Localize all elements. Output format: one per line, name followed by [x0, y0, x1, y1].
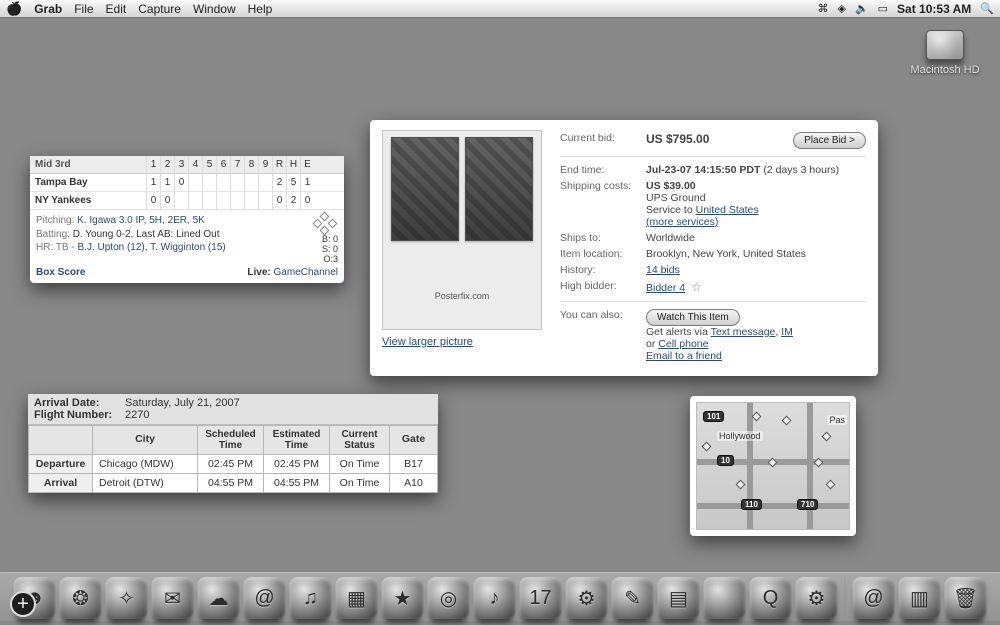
team-row-away: Tampa Bay 1 1 0 2 5 1: [30, 174, 344, 192]
dock-app-trash[interactable]: [945, 577, 987, 619]
dock-app-dashboard[interactable]: [60, 577, 102, 619]
item-thumbnail[interactable]: Posterfix.com: [382, 130, 542, 330]
menu-edit[interactable]: Edit: [106, 2, 127, 16]
auction-widget: Posterfix.com View larger picture Curren…: [370, 120, 878, 376]
desktop-hd-icon[interactable]: Macintosh HD: [910, 30, 980, 76]
ship-to-link[interactable]: United States: [696, 204, 759, 216]
dock-app-idvd[interactable]: [428, 577, 470, 619]
inning-header: 1 2 3 4 5 6 7 8 9 R H E: [146, 156, 314, 173]
dock-app-quicktime[interactable]: [750, 577, 792, 619]
dock-app-textedit[interactable]: [612, 577, 654, 619]
dock-app-ichat[interactable]: [198, 577, 240, 619]
dock-app-ical[interactable]: [520, 577, 562, 619]
spotlight-icon[interactable]: 🔍: [980, 2, 994, 15]
bid-history-link[interactable]: 14 bids: [646, 264, 680, 276]
map-label-pas: Pas: [827, 415, 847, 425]
pitcher-link[interactable]: K. Igawa 3.0 IP, 5H, 2ER, 5K: [77, 215, 205, 226]
dock-app-garageband[interactable]: [474, 577, 516, 619]
diamond-icon: [314, 214, 336, 234]
dock-app-addressbook[interactable]: [244, 577, 286, 619]
sports-widget: Mid 3rd 1 2 3 4 5 6 7 8 9 R H E Tampa Ba…: [30, 156, 344, 283]
app-menu[interactable]: Grab: [34, 2, 62, 16]
dock-app-safari[interactable]: [106, 577, 148, 619]
flight-table: City Scheduled Time Estimated Time Curre…: [28, 425, 438, 493]
dock-app-sysprefs[interactable]: [796, 577, 838, 619]
menu-file[interactable]: File: [74, 2, 93, 16]
dock-app-itunes[interactable]: [290, 577, 332, 619]
poster-image: [465, 137, 533, 241]
menubar: Grab File Edit Capture Window Help ⌘ ◈ 🔈…: [0, 0, 1000, 18]
dock-app-docs[interactable]: [899, 577, 941, 619]
star-icon: ☆: [691, 280, 702, 294]
watch-item-button[interactable]: Watch This Item: [646, 309, 740, 326]
boxscore-link[interactable]: Box Score: [36, 267, 85, 278]
place-bid-button[interactable]: Place Bid >: [793, 132, 866, 149]
arrival-date: Saturday, July 21, 2007: [125, 397, 240, 409]
shield-10: 10: [717, 455, 734, 466]
alert-cell-link[interactable]: Cell phone: [658, 338, 708, 350]
shield-110: 110: [741, 499, 762, 510]
flight-number: 2270: [125, 409, 149, 421]
apple-menu[interactable]: [6, 1, 22, 17]
poster-image: [391, 137, 459, 241]
bluetooth-icon[interactable]: ⌘: [817, 2, 828, 15]
airplay-icon[interactable]: ◈: [837, 2, 845, 15]
high-bidder-link[interactable]: Bidder 4: [646, 282, 685, 294]
menu-capture[interactable]: Capture: [138, 2, 181, 16]
hr-link[interactable]: B.J. Upton (12), T. Wigginton (15): [78, 242, 226, 253]
table-row: Departure Chicago (MDW) 02:45 PM 02:45 P…: [29, 455, 438, 474]
battery-icon[interactable]: ▭: [878, 2, 888, 15]
current-bid: US $795.00: [646, 132, 793, 149]
map-label-hollywood: Hollywood: [717, 431, 763, 441]
dashboard-add-button[interactable]: +: [10, 591, 36, 617]
dock-app-imovie[interactable]: [382, 577, 424, 619]
dock-app-iphoto[interactable]: [336, 577, 378, 619]
menu-help[interactable]: Help: [248, 2, 273, 16]
gamechannel-link[interactable]: GameChannel: [274, 267, 338, 278]
dock-separator: [845, 577, 846, 619]
map-image[interactable]: Hollywood Pas 101 10 110 710: [696, 402, 850, 530]
dock-app-preview[interactable]: [658, 577, 700, 619]
dock: [0, 572, 1000, 621]
alert-text-link[interactable]: Text message: [711, 326, 776, 338]
shield-710: 710: [797, 499, 818, 510]
shield-101: 101: [703, 411, 724, 422]
more-services-link[interactable]: (more services): [646, 216, 718, 228]
email-friend-link[interactable]: Email to a friend: [646, 350, 722, 362]
team-row-home: NY Yankees 0 0 0 2 0: [30, 192, 344, 210]
table-row: Arrival Detroit (DTW) 04:55 PM 04:55 PM …: [29, 474, 438, 493]
alert-im-link[interactable]: IM: [781, 326, 793, 338]
view-larger-link[interactable]: View larger picture: [382, 336, 473, 348]
menubar-clock[interactable]: Sat 10:53 AM: [897, 2, 971, 16]
disk-label: Macintosh HD: [910, 64, 980, 76]
disk-icon: [926, 30, 964, 60]
menu-window[interactable]: Window: [193, 2, 236, 16]
dock-app-site[interactable]: [853, 577, 895, 619]
dock-app-pages[interactable]: [704, 577, 746, 619]
map-widget[interactable]: Hollywood Pas 101 10 110 710: [690, 396, 856, 536]
flight-widget: Arrival Date: Saturday, July 21, 2007 Fl…: [28, 394, 438, 493]
dock-app-mail[interactable]: [152, 577, 194, 619]
dock-app-automator[interactable]: [566, 577, 608, 619]
volume-icon[interactable]: 🔈: [855, 2, 869, 15]
game-status: Mid 3rd: [30, 156, 146, 173]
